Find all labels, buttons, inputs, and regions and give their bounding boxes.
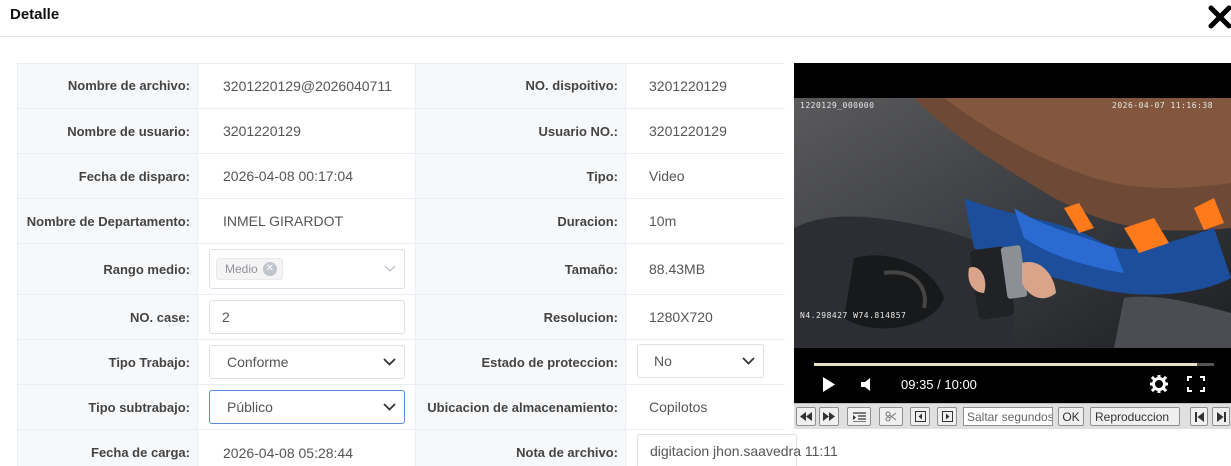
indent-icon [852, 411, 866, 422]
seek-seconds-input[interactable]: Saltar segundos [963, 407, 1053, 426]
upload-date-value: 2026-04-08 05:28:44 [198, 430, 416, 466]
trigger-date-value: 2026-04-08 00:17:04 [198, 154, 416, 198]
indent-button[interactable] [847, 407, 871, 426]
play-icon[interactable] [822, 376, 836, 393]
seek-bar-fill [814, 363, 1198, 366]
trigger-date-label: Fecha de disparo: [18, 154, 198, 198]
range-label: Rango medio: [18, 244, 198, 294]
type-value: Video [626, 154, 785, 198]
type-label: Tipo: [416, 154, 626, 198]
rewind-icon [800, 412, 812, 421]
storage-label: Ubicacion de almacenamiento: [416, 385, 626, 429]
form-row: Nombre de archivo: 3201220129@2026040711… [18, 64, 785, 109]
skip-end-button[interactable] [1212, 407, 1230, 426]
chevron-down-icon [384, 265, 396, 272]
resolution-value: 1280X720 [626, 295, 785, 339]
form-row: NO. case: 2 Resolucion: 1280X720 [18, 295, 785, 340]
device-no-label: NO. dispoitivo: [416, 64, 626, 108]
gear-icon[interactable] [1150, 375, 1168, 393]
size-value: 88.43MB [626, 244, 785, 294]
work-type-cell: Conforme [198, 340, 416, 384]
frame-forward-icon [941, 411, 953, 422]
work-type-value: Conforme [227, 354, 289, 370]
frame-back-button[interactable] [910, 407, 930, 426]
range-select[interactable]: Medio ✕ [209, 249, 405, 289]
skip-start-button[interactable] [1190, 407, 1208, 426]
case-no-input[interactable]: 2 [209, 300, 405, 334]
clip-button[interactable] [879, 407, 903, 426]
playback-button[interactable]: Reproduccion [1090, 407, 1180, 426]
chevron-down-icon [383, 403, 396, 411]
range-tag-label: Medio [225, 262, 258, 276]
frame-forward-button[interactable] [937, 407, 957, 426]
form-row: Tipo subtrabajo: Público Ubicacion de al… [18, 385, 785, 430]
fast-forward-icon [823, 412, 835, 421]
video-player[interactable]: 1220129_000000 2026-04-07 11:16:38 N4.29… [794, 63, 1231, 403]
case-no-label: NO. case: [18, 295, 198, 339]
file-name-value: 3201220129@2026040711 [198, 64, 416, 108]
frame-back-icon [914, 411, 926, 422]
time-display: 09:35 / 10:00 [901, 377, 977, 392]
form-row: Fecha de carga: 2026-04-08 05:28:44 Nota… [18, 430, 838, 466]
seek-seconds-placeholder: Saltar segundos [967, 409, 1053, 424]
file-name-label: Nombre de archivo: [18, 64, 198, 108]
work-type-select[interactable]: Conforme [209, 345, 405, 379]
player-toolbar: Saltar segundos OK Reproduccion [794, 403, 1231, 429]
osd-device-id: 1220129_000000 [800, 101, 875, 110]
dialog-header: Detalle [0, 0, 1231, 37]
fast-forward-button[interactable] [819, 407, 839, 426]
duration-value: 10m [626, 199, 785, 243]
user-name-label: Nombre de usuario: [18, 109, 198, 153]
note-label: Nota de archivo: [416, 430, 626, 466]
form-row: Rango medio: Medio ✕ Tamaño: 88.43MB [18, 244, 785, 295]
duration-label: Duracion: [416, 199, 626, 243]
storage-value: Copilotos [626, 385, 785, 429]
case-no-value: 2 [222, 309, 230, 325]
range-tag: Medio ✕ [216, 258, 283, 280]
note-value: digitacion jhon.saavedra 11:11 [650, 443, 838, 459]
note-cell: digitacion jhon.saavedra 11:11 [626, 430, 838, 466]
sub-work-type-select[interactable]: Público [209, 390, 405, 424]
sub-work-type-cell: Público [198, 385, 416, 429]
protection-cell: No [626, 340, 785, 384]
seek-bar[interactable] [814, 363, 1214, 366]
volume-icon[interactable] [860, 377, 874, 392]
chevron-down-icon [742, 357, 755, 365]
chevron-down-icon [383, 358, 396, 366]
user-no-label: Usuario NO.: [416, 109, 626, 153]
range-cell: Medio ✕ [198, 244, 416, 294]
size-label: Tamaño: [416, 244, 626, 294]
ok-button[interactable]: OK [1058, 407, 1084, 426]
upload-date-label: Fecha de carga: [18, 430, 198, 466]
close-icon[interactable] [1207, 4, 1231, 30]
resolution-label: Resolucion: [416, 295, 626, 339]
osd-datetime: 2026-04-07 11:16:38 [1112, 101, 1214, 110]
skip-end-icon [1216, 411, 1226, 422]
device-no-value: 3201220129 [626, 64, 785, 108]
form-row: Nombre de usuario: 3201220129 Usuario NO… [18, 109, 785, 154]
protection-value: No [654, 353, 672, 369]
form-row: Nombre de Departamento: INMEL GIRARDOT D… [18, 199, 785, 244]
sub-work-type-label: Tipo subtrabajo: [18, 385, 198, 429]
case-no-cell: 2 [198, 295, 416, 339]
fullscreen-icon[interactable] [1187, 376, 1205, 392]
user-name-value: 3201220129 [198, 109, 416, 153]
rewind-button[interactable] [796, 407, 816, 426]
work-type-label: Tipo Trabajo: [18, 340, 198, 384]
tag-remove-icon[interactable]: ✕ [262, 262, 277, 276]
osd-gps: N4.298427 W74.814857 [800, 311, 907, 320]
department-label: Nombre de Departamento: [18, 199, 198, 243]
user-no-value: 3201220129 [626, 109, 785, 153]
note-input[interactable]: digitacion jhon.saavedra 11:11 [637, 434, 838, 466]
protection-select[interactable]: No [637, 344, 764, 378]
dialog-title: Detalle [10, 6, 60, 23]
form-row: Tipo Trabajo: Conforme Estado de protecc… [18, 340, 785, 385]
skip-start-icon [1194, 411, 1204, 422]
scissors-icon [885, 411, 897, 422]
detail-form: Nombre de archivo: 3201220129@2026040711… [17, 63, 838, 466]
form-row: Fecha de disparo: 2026-04-08 00:17:04 Ti… [18, 154, 785, 199]
department-value: INMEL GIRARDOT [198, 199, 416, 243]
sub-work-type-value: Público [227, 399, 273, 415]
protection-label: Estado de proteccion: [416, 340, 626, 384]
